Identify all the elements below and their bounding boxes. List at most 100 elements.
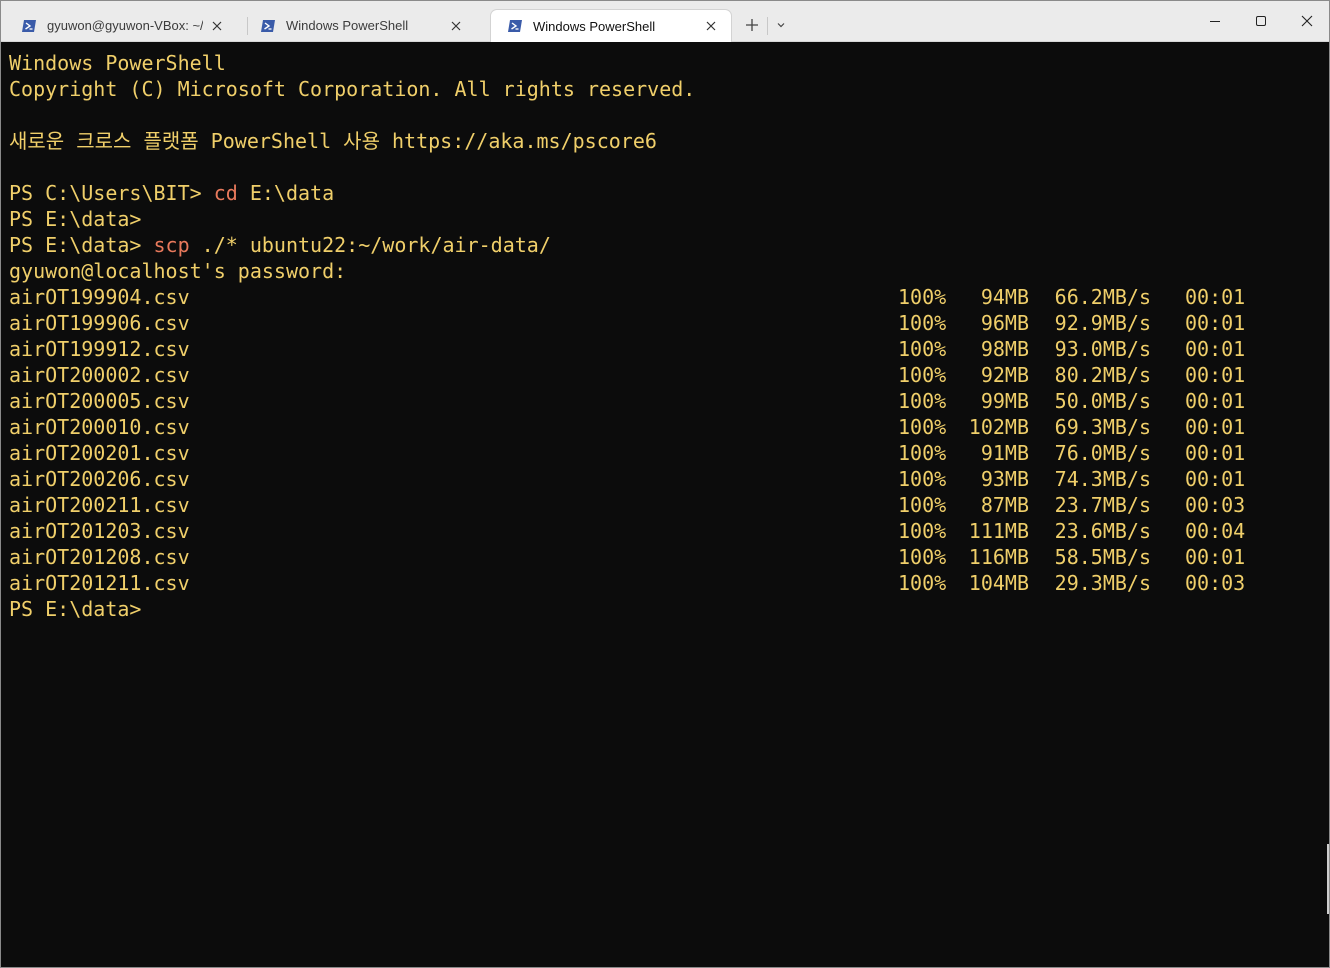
percent: 100% (898, 415, 947, 439)
elapsed-time: 00:03 (1185, 571, 1246, 595)
prompt: PS C:\Users\BIT> (9, 181, 214, 205)
rate: 50.0MB/s (1054, 389, 1151, 413)
percent: 100% (898, 545, 947, 569)
transfer-row: airOT200002.csv 100% 92MB 80.2MB/s 00:01 (1, 362, 1329, 388)
rate: 69.3MB/s (1054, 415, 1151, 439)
tab-title: Windows PowerShell (286, 18, 409, 33)
size: 91MB (980, 441, 1029, 465)
rate: 23.7MB/s (1054, 493, 1151, 517)
rate: 92.9MB/s (1054, 311, 1151, 335)
percent: 100% (898, 467, 947, 491)
transfer-row: airOT201208.csv 100% 116MB 58.5MB/s 00:0… (1, 544, 1329, 570)
file-name: airOT200206.csv (9, 467, 190, 491)
transfer-row: airOT200005.csv 100% 99MB 50.0MB/s 00:01 (1, 388, 1329, 414)
file-name: airOT201208.csv (9, 545, 190, 569)
rate: 74.3MB/s (1054, 467, 1151, 491)
rate: 29.3MB/s (1054, 571, 1151, 595)
size: 92MB (980, 363, 1029, 387)
file-name: airOT199906.csv (9, 311, 190, 335)
percent: 100% (898, 363, 947, 387)
size: 93MB (980, 467, 1029, 491)
transfer-row: airOT200206.csv 100% 93MB 74.3MB/s 00:01 (1, 466, 1329, 492)
close-window-button[interactable] (1284, 1, 1329, 41)
rate: 66.2MB/s (1054, 285, 1151, 309)
powershell-icon (261, 19, 275, 32)
close-icon (1301, 15, 1313, 27)
new-tab-button[interactable] (738, 11, 766, 39)
maximize-button[interactable] (1238, 1, 1284, 41)
minimize-icon (1210, 21, 1220, 22)
close-tab-icon[interactable] (697, 12, 725, 40)
file-name: airOT201203.csv (9, 519, 190, 543)
size: 102MB (968, 415, 1029, 439)
size: 94MB (980, 285, 1029, 309)
elapsed-time: 00:01 (1185, 311, 1246, 335)
tab-dropdown-button[interactable] (768, 11, 794, 39)
header-line: Windows PowerShell (9, 51, 226, 75)
command-args: ./* ubuntu22:~/work/air-data/ (189, 233, 551, 257)
prompt-line: PS E:\data> (9, 207, 142, 231)
minimize-button[interactable] (1192, 1, 1238, 41)
transfer-row: airOT201211.csv 100% 104MB 29.3MB/s 00:0… (1, 570, 1329, 596)
percent: 100% (898, 441, 947, 465)
size: 98MB (980, 337, 1029, 361)
size: 104MB (968, 571, 1029, 595)
elapsed-time: 00:01 (1185, 337, 1246, 361)
chevron-down-icon (777, 23, 785, 28)
rate: 23.6MB/s (1054, 519, 1151, 543)
file-name: airOT200005.csv (9, 389, 190, 413)
file-name: airOT200010.csv (9, 415, 190, 439)
close-tab-icon[interactable] (442, 12, 470, 40)
final-prompt: PS E:\data> (9, 597, 142, 621)
file-name: airOT200211.csv (9, 493, 190, 517)
percent: 100% (898, 285, 947, 309)
rate: 80.2MB/s (1054, 363, 1151, 387)
size: 96MB (980, 311, 1029, 335)
elapsed-time: 00:01 (1185, 441, 1246, 465)
terminal-window: gyuwon@gyuwon-VBox: ~/wc Windows PowerSh… (0, 0, 1330, 968)
file-name: airOT200201.csv (9, 441, 190, 465)
transfer-row: airOT199904.csv 100% 94MB 66.2MB/s 00:01 (1, 284, 1329, 310)
command: cd (213, 181, 238, 205)
transfer-row: airOT200211.csv 100% 87MB 23.7MB/s 00:03 (1, 492, 1329, 518)
file-name: airOT201211.csv (9, 571, 190, 595)
command: scp (153, 233, 190, 257)
elapsed-time: 00:01 (1185, 467, 1246, 491)
prompt: PS E:\data> (9, 233, 154, 257)
tab-powershell-1[interactable]: Windows PowerShell (244, 10, 476, 41)
percent: 100% (898, 493, 947, 517)
percent: 100% (898, 519, 947, 543)
percent: 100% (898, 311, 947, 335)
scrollbar[interactable] (1326, 42, 1329, 967)
percent: 100% (898, 337, 947, 361)
percent: 100% (898, 571, 947, 595)
percent: 100% (898, 389, 947, 413)
elapsed-time: 00:01 (1185, 363, 1246, 387)
tab-powershell-2[interactable]: Windows PowerShell (491, 10, 731, 42)
terminal-output[interactable]: Windows PowerShell Copyright (C) Microso… (1, 42, 1329, 967)
prompt-line: PS E:\data> scp ./* ubuntu22:~/work/air-… (9, 232, 551, 258)
size: 87MB (980, 493, 1029, 517)
scrollbar-thumb[interactable] (1327, 844, 1329, 914)
file-name: airOT199912.csv (9, 337, 190, 361)
maximize-icon (1256, 16, 1266, 26)
transfer-row: airOT199906.csv 100% 96MB 92.9MB/s 00:01 (1, 310, 1329, 336)
file-name: airOT199904.csv (9, 285, 190, 309)
plus-icon (746, 19, 758, 31)
close-tab-icon[interactable] (203, 12, 231, 40)
password-prompt: gyuwon@localhost's password: (9, 259, 347, 283)
tab-title: gyuwon@gyuwon-VBox: ~/wc (47, 18, 203, 33)
powershell-icon (22, 19, 36, 32)
pscore-notice-line: 새로운 크로스 플랫폼 PowerShell 사용 https://aka.ms… (9, 129, 657, 153)
prompt-line: PS C:\Users\BIT> cd E:\data (9, 180, 334, 206)
elapsed-time: 00:04 (1185, 519, 1246, 543)
size: 99MB (980, 389, 1029, 413)
elapsed-time: 00:01 (1185, 545, 1246, 569)
command-args: E:\data (237, 181, 335, 205)
elapsed-time: 00:01 (1185, 389, 1246, 413)
elapsed-time: 00:01 (1185, 285, 1246, 309)
rate: 58.5MB/s (1054, 545, 1151, 569)
rate: 76.0MB/s (1054, 441, 1151, 465)
tab-title: Windows PowerShell (533, 18, 656, 34)
tab-ubuntu-ssh[interactable]: gyuwon@gyuwon-VBox: ~/wc (5, 10, 237, 41)
